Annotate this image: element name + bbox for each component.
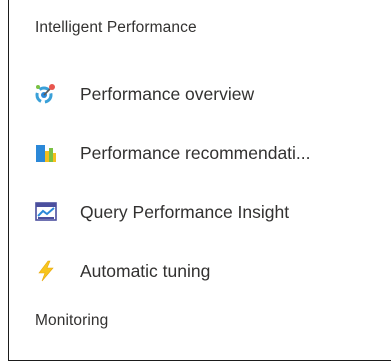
- menu-item-query-performance-insight[interactable]: Query Performance Insight: [9, 183, 391, 241]
- performance-recommendations-icon: [35, 142, 57, 164]
- performance-overview-icon: [35, 83, 57, 105]
- menu-item-label: Automatic tuning: [80, 260, 211, 281]
- query-performance-insight-icon: [35, 201, 57, 223]
- menu-item-performance-recommendations[interactable]: Performance recommendati...: [9, 124, 391, 182]
- section-header-monitoring: Monitoring: [35, 312, 109, 329]
- menu-item-label: Performance recommendati...: [80, 142, 311, 163]
- lightning-bolt-icon: [35, 260, 57, 282]
- menu-item-label: Performance overview: [80, 83, 255, 104]
- navigation-menu-panel: Intelligent Performance Performance over…: [8, 0, 391, 361]
- section-header-intelligent-performance: Intelligent Performance: [35, 19, 197, 36]
- menu-item-automatic-tuning[interactable]: Automatic tuning: [9, 242, 391, 300]
- menu-item-label: Query Performance Insight: [80, 201, 290, 222]
- menu-item-performance-overview[interactable]: Performance overview: [9, 65, 391, 123]
